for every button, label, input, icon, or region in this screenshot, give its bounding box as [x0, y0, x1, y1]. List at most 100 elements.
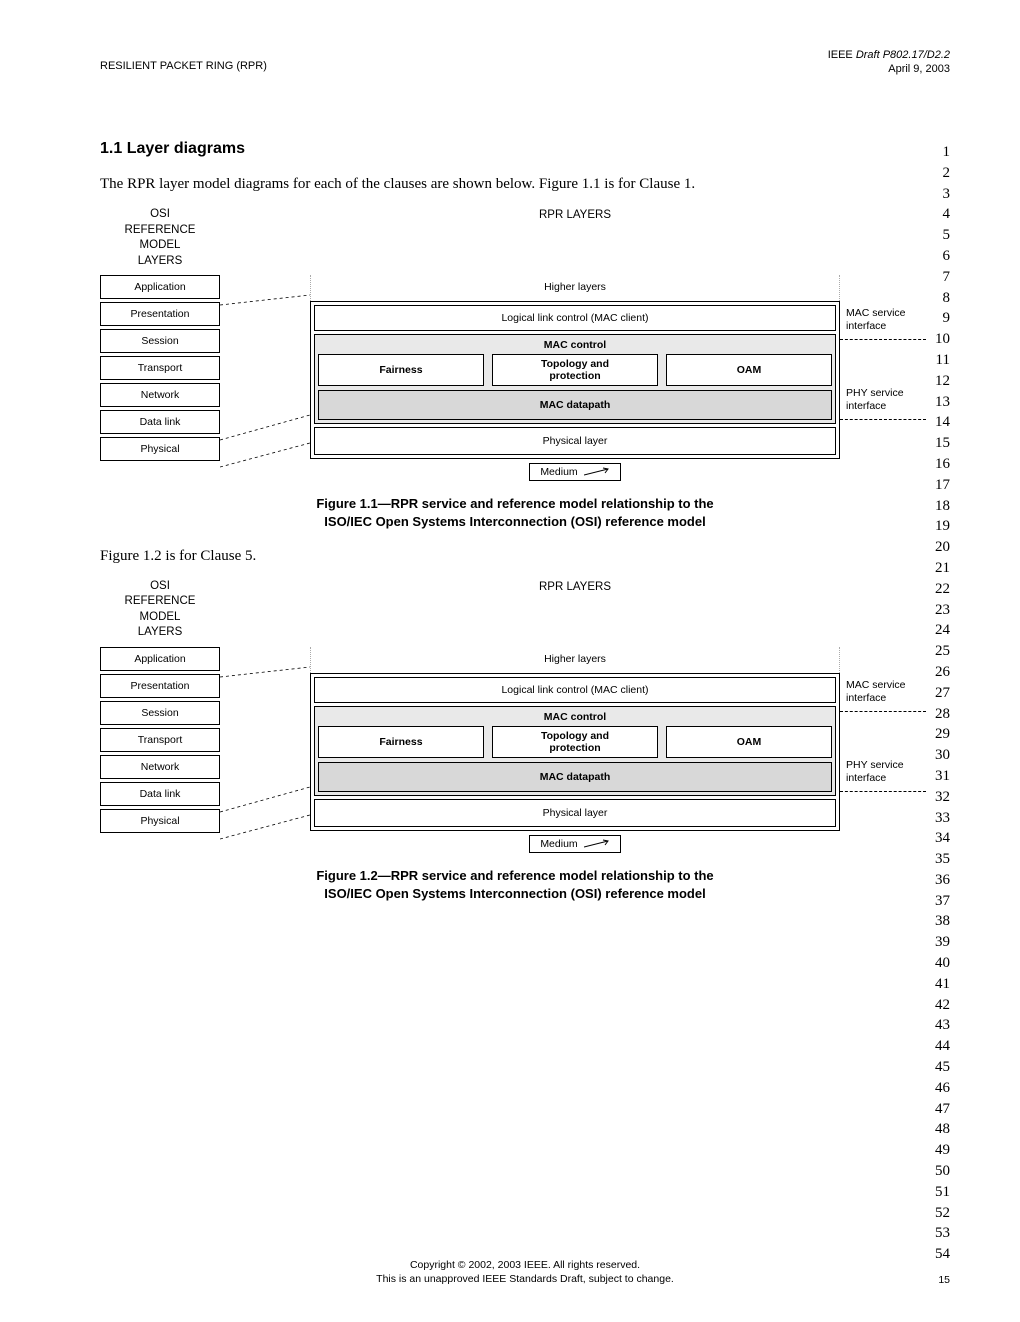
figure-1-1-caption: Figure 1.1—RPR service and reference mod…: [100, 495, 930, 531]
higher-layers-label: Higher layers: [310, 647, 840, 673]
header-date: April 9, 2003: [828, 62, 950, 76]
page-footer: Copyright © 2002, 2003 IEEE. All rights …: [100, 1258, 950, 1286]
figure-1-1: OSIREFERENCEMODELLAYERS RPR LAYERS Appli…: [100, 207, 930, 532]
medium-label: Medium: [540, 466, 577, 478]
higher-layers-label: Higher layers: [310, 275, 840, 301]
osi-header: OSIREFERENCEMODELLAYERS: [100, 207, 220, 269]
osi-layer-box: Transport: [100, 728, 220, 752]
topology-box: Topology andprotection: [492, 726, 658, 758]
llc-box: Logical link control (MAC client): [314, 677, 836, 703]
line-number: 31: [935, 766, 950, 787]
figure-body: ApplicationPresentationSessionTransportN…: [100, 275, 930, 481]
footer-disclaimer: This is an unapproved IEEE Standards Dra…: [100, 1272, 950, 1286]
header-draft: IEEE Draft P802.17/D2.2: [828, 48, 950, 62]
line-number: 17: [935, 475, 950, 496]
medium-arrow-icon: [584, 467, 610, 477]
mac-datapath-box: MAC datapath: [318, 390, 832, 420]
line-number: 41: [935, 974, 950, 995]
page-number: 15: [938, 1274, 950, 1286]
oam-box: OAM: [666, 354, 832, 386]
line-number: 27: [935, 683, 950, 704]
line-number: 7: [935, 267, 950, 288]
line-number: 2: [935, 163, 950, 184]
header-right: IEEE Draft P802.17/D2.2 April 9, 2003: [828, 48, 950, 77]
osi-layer-box: Network: [100, 383, 220, 407]
line-number: 35: [935, 849, 950, 870]
line-number: 25: [935, 641, 950, 662]
mac-group: MAC control Fairness Topology andprotect…: [314, 334, 836, 424]
mapping-lines: [220, 275, 310, 481]
line-number: 38: [935, 911, 950, 932]
line-number: 10: [935, 329, 950, 350]
medium-arrow-icon: [584, 839, 610, 849]
physical-layer-box: Physical layer: [314, 799, 836, 827]
medium-label: Medium: [540, 838, 577, 850]
line-number: 11: [935, 350, 950, 371]
interface-column: MAC serviceinterface PHY serviceinterfac…: [840, 275, 930, 481]
rpr-header: RPR LAYERS: [310, 579, 840, 593]
osi-layer-box: Application: [100, 275, 220, 299]
line-number: 32: [935, 787, 950, 808]
mapping-lines-svg: [220, 647, 310, 847]
medium-box: Medium: [529, 835, 620, 853]
line-number: 3: [935, 184, 950, 205]
figure-top-labels: OSIREFERENCEMODELLAYERS RPR LAYERS: [100, 207, 930, 269]
medium-row: Medium: [310, 463, 840, 481]
mid-paragraph: Figure 1.2 is for Clause 5.: [100, 548, 930, 565]
medium-box: Medium: [529, 463, 620, 481]
rpr-column: Higher layers Logical link control (MAC …: [310, 275, 840, 481]
line-number: 20: [935, 537, 950, 558]
osi-layer-box: Session: [100, 329, 220, 353]
mapping-lines-svg: [220, 275, 310, 475]
line-number: 14: [935, 412, 950, 433]
osi-layer-box: Presentation: [100, 302, 220, 326]
osi-layer-box: Presentation: [100, 674, 220, 698]
line-number: 44: [935, 1036, 950, 1057]
osi-layer-box: Application: [100, 647, 220, 671]
mac-service-divider: [840, 339, 926, 340]
mac-service-interface-label: MAC serviceinterface: [846, 679, 906, 705]
osi-layer-box: Session: [100, 701, 220, 725]
line-number: 46: [935, 1078, 950, 1099]
figure-body: Application Presentation Session Transport N…: [100, 647, 930, 853]
rpr-outer-box: Logical link control (MAC client) MAC co…: [310, 673, 840, 831]
osi-layer-box: Data link: [100, 410, 220, 434]
mac-service-divider: [840, 711, 926, 712]
line-number: 48: [935, 1119, 950, 1140]
line-number: 8: [935, 288, 950, 309]
llc-box: Logical link control (MAC client): [314, 305, 836, 331]
osi-layer-box: Network: [100, 755, 220, 779]
line-number: 22: [935, 579, 950, 600]
rpr-outer-box: Logical link control (MAC client) MAC co…: [310, 301, 840, 459]
line-number: 43: [935, 1015, 950, 1036]
osi-layer-box: Data link: [100, 782, 220, 806]
mac-control-label: MAC control: [318, 709, 832, 726]
mac-group: MAC control Fairness Topology andprotect…: [314, 706, 836, 796]
line-number: 28: [935, 704, 950, 725]
rpr-header: RPR LAYERS: [310, 207, 840, 221]
osi-header: OSIREFERENCEMODELLAYERS: [100, 579, 220, 641]
footer-copyright: Copyright © 2002, 2003 IEEE. All rights …: [100, 1258, 950, 1272]
line-number: 30: [935, 745, 950, 766]
line-number: 6: [935, 246, 950, 267]
footer-center: Copyright © 2002, 2003 IEEE. All rights …: [100, 1258, 950, 1286]
line-number: 45: [935, 1057, 950, 1078]
line-number: 23: [935, 600, 950, 621]
line-number: 49: [935, 1140, 950, 1161]
line-number: 15: [935, 433, 950, 454]
topology-box: Topology andprotection: [492, 354, 658, 386]
content-area: 1.1 Layer diagrams The RPR layer model d…: [100, 140, 930, 903]
line-number: 19: [935, 516, 950, 537]
intro-paragraph: The RPR layer model diagrams for each of…: [100, 176, 930, 193]
line-number: 33: [935, 808, 950, 829]
line-number-gutter: 1234567891011121314151617181920212223242…: [935, 142, 950, 1265]
line-number: 21: [935, 558, 950, 579]
osi-column: Application Presentation Session Transport N…: [100, 647, 220, 853]
line-number: 4: [935, 204, 950, 225]
phy-service-divider: [840, 791, 926, 792]
medium-row: Medium: [310, 835, 840, 853]
interface-column: MAC serviceinterface PHY serviceinterfac…: [840, 647, 930, 853]
line-number: 50: [935, 1161, 950, 1182]
line-number: 36: [935, 870, 950, 891]
line-number: 52: [935, 1203, 950, 1224]
